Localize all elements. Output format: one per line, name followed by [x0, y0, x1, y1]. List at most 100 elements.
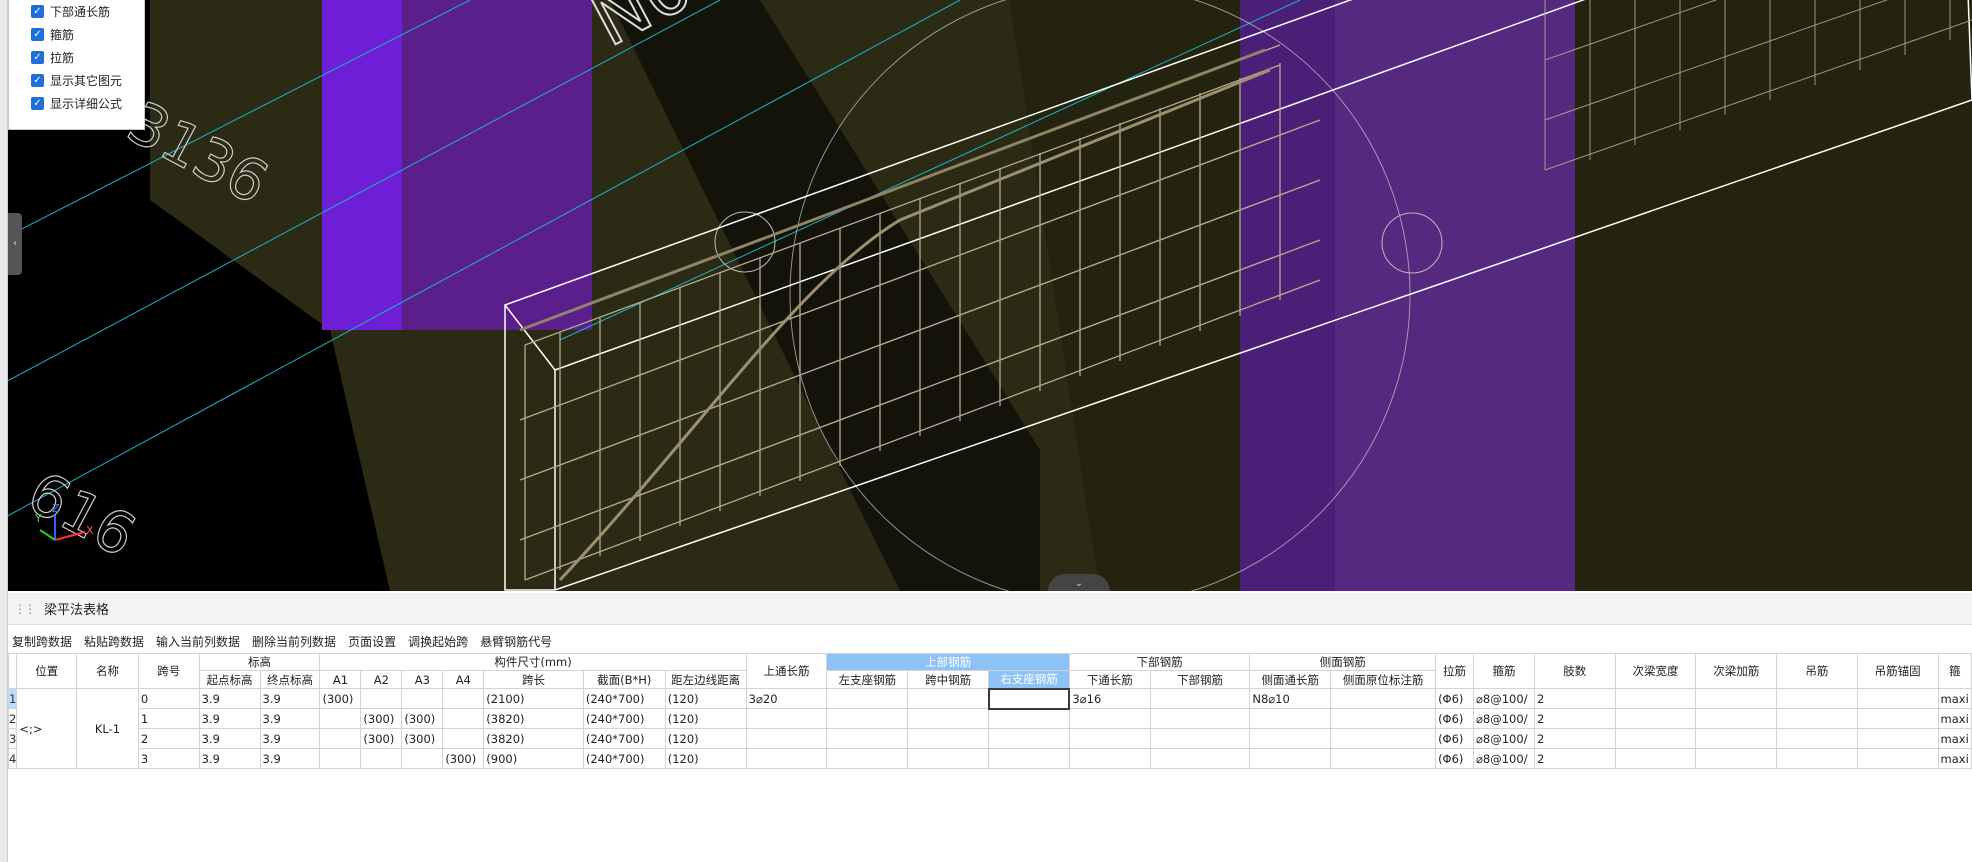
cell-a1[interactable]	[319, 728, 362, 749]
cell-start[interactable]: 3.9	[198, 708, 261, 729]
cell-a2[interactable]: (300)	[360, 728, 403, 749]
cell-top[interactable]	[745, 728, 828, 749]
cell-len[interactable]: (3820)	[483, 728, 584, 749]
cell-btm[interactable]	[1068, 708, 1151, 729]
cell-end[interactable]: 3.9	[259, 708, 321, 729]
cell-btm[interactable]	[1068, 748, 1151, 769]
checkbox-checked-icon[interactable]: ✓	[31, 74, 44, 87]
copy-span-data-button[interactable]: 复制跨数据	[12, 633, 72, 650]
checkbox-checked-icon[interactable]: ✓	[31, 5, 44, 18]
input-column-data-button[interactable]: 输入当前列数据	[156, 633, 240, 650]
cell-ha[interactable]	[1856, 728, 1939, 749]
cell-tie[interactable]: (Φ6)	[1435, 728, 1474, 749]
cell-hg[interactable]	[1776, 748, 1858, 769]
cell-dist[interactable]: (120)	[664, 708, 747, 729]
cell-a4[interactable]	[442, 708, 485, 729]
cell-end[interactable]: 3.9	[259, 748, 321, 769]
cell-sa[interactable]	[1695, 708, 1778, 729]
cell-side[interactable]	[1249, 748, 1332, 769]
checkbox-checked-icon[interactable]: ✓	[31, 97, 44, 110]
cell-mid[interactable]	[907, 728, 990, 749]
swap-start-span-button[interactable]: 调换起始跨	[408, 633, 468, 650]
cell-a1[interactable]	[319, 708, 362, 729]
cell-mid[interactable]	[907, 748, 990, 769]
cell-sidein[interactable]	[1330, 728, 1437, 749]
cell-legs[interactable]: 2	[1533, 688, 1616, 709]
cell-len[interactable]: (3820)	[483, 708, 584, 729]
row-number[interactable]: 1	[8, 688, 18, 709]
table-row[interactable]: 2 1 3.9 3.9 (300) (300) (3820) (240*700) (120) (Φ…	[8, 708, 1972, 729]
cell-tie[interactable]: (Φ6)	[1435, 688, 1474, 709]
delete-column-data-button[interactable]: 删除当前列数据	[252, 633, 336, 650]
cell-a2[interactable]	[360, 688, 403, 709]
cell-start[interactable]: 3.9	[198, 748, 261, 769]
cell-len[interactable]: (2100)	[483, 688, 584, 709]
layer-other-elements[interactable]: ✓ 显示其它图元	[31, 69, 144, 92]
cell-a4[interactable]: (300)	[442, 748, 485, 769]
cell-sw[interactable]	[1614, 688, 1697, 709]
cell-ha[interactable]	[1856, 688, 1939, 709]
cell-right[interactable]	[988, 728, 1070, 749]
cell-hg[interactable]	[1776, 728, 1858, 749]
cell-sec[interactable]: (240*700)	[582, 728, 666, 749]
cell-last[interactable]: maxi	[1937, 708, 1972, 729]
table-row[interactable]: 1 <;> KL-1 0 3.9 3.9 (300) (2100) (240*700) (120)…	[8, 687, 1972, 769]
cell-sec[interactable]: (240*700)	[582, 688, 666, 709]
cell-right[interactable]	[988, 708, 1070, 729]
cell-sidein[interactable]	[1330, 708, 1437, 729]
cell-position[interactable]: <;>	[16, 688, 78, 769]
cell-a3[interactable]: (300)	[401, 728, 444, 749]
cantilever-rebar-code-button[interactable]: 悬臂钢筋代号	[480, 633, 552, 650]
cell-dist[interactable]: (120)	[664, 748, 747, 769]
layer-tie[interactable]: ✓ 拉筋	[31, 46, 144, 69]
cell-mid[interactable]	[907, 688, 990, 709]
cell-span[interactable]: 2	[137, 728, 200, 749]
cell-stir[interactable]: ⌀8@100/	[1473, 708, 1535, 729]
cell-btm[interactable]: 3⌀16	[1068, 688, 1151, 709]
checkbox-checked-icon[interactable]: ✓	[31, 51, 44, 64]
cell-span[interactable]: 3	[137, 748, 200, 769]
cell-sec[interactable]: (240*700)	[582, 708, 666, 729]
cell-legs[interactable]: 2	[1533, 728, 1616, 749]
cell-a3[interactable]	[401, 748, 444, 769]
cell-side[interactable]: N8⌀10	[1249, 688, 1332, 709]
cell-a1[interactable]: (300)	[319, 688, 362, 709]
cell-name[interactable]: KL-1	[76, 688, 139, 769]
cell-mid[interactable]	[907, 708, 990, 729]
expand-left-button[interactable]: ‹	[8, 213, 22, 275]
cell-sw[interactable]	[1614, 708, 1697, 729]
cell-end[interactable]: 3.9	[259, 688, 321, 709]
cell-dist[interactable]: (120)	[664, 688, 747, 709]
cell-last[interactable]: maxi	[1937, 748, 1972, 769]
table-row[interactable]: 3 2 3.9 3.9 (300) (300) (3820) (240*700) (120) (Φ…	[8, 728, 1972, 749]
cell-last[interactable]: maxi	[1937, 728, 1972, 749]
cell-legs[interactable]: 2	[1533, 748, 1616, 769]
cell-end[interactable]: 3.9	[259, 728, 321, 749]
checkbox-checked-icon[interactable]: ✓	[31, 28, 44, 41]
cell-stir[interactable]: ⌀8@100/	[1473, 748, 1535, 769]
cell-hg[interactable]	[1776, 688, 1858, 709]
layer-bottom-through[interactable]: ✓ 下部通长筋	[31, 0, 144, 23]
cell-ha[interactable]	[1856, 748, 1939, 769]
cell-left[interactable]	[826, 728, 909, 749]
table-row[interactable]: 4 3 3.9 3.9 (300) (900) (240*700) (120) (Φ6) ⌀8@1…	[8, 748, 1972, 769]
cell-a4[interactable]	[442, 728, 485, 749]
layer-stirrup[interactable]: ✓ 箍筋	[31, 23, 144, 46]
cell-tie[interactable]: (Φ6)	[1435, 708, 1474, 729]
cell-start[interactable]: 3.9	[198, 688, 261, 709]
cell-stir[interactable]: ⌀8@100/	[1473, 728, 1535, 749]
cell-sa[interactable]	[1695, 728, 1778, 749]
cell-top[interactable]	[745, 708, 828, 729]
row-number[interactable]: 3	[8, 728, 18, 749]
cell-side[interactable]	[1249, 728, 1332, 749]
cell-left[interactable]	[826, 748, 909, 769]
cell-sw[interactable]	[1614, 748, 1697, 769]
cell-a4[interactable]	[442, 688, 485, 709]
cell-btmbar[interactable]	[1149, 708, 1251, 729]
cell-a3[interactable]	[401, 688, 444, 709]
cell-sidein[interactable]	[1330, 748, 1437, 769]
cell-span[interactable]: 1	[137, 708, 200, 729]
cell-sidein[interactable]	[1330, 688, 1437, 709]
cell-side[interactable]	[1249, 708, 1332, 729]
cell-top[interactable]: 3⌀20	[745, 688, 828, 709]
